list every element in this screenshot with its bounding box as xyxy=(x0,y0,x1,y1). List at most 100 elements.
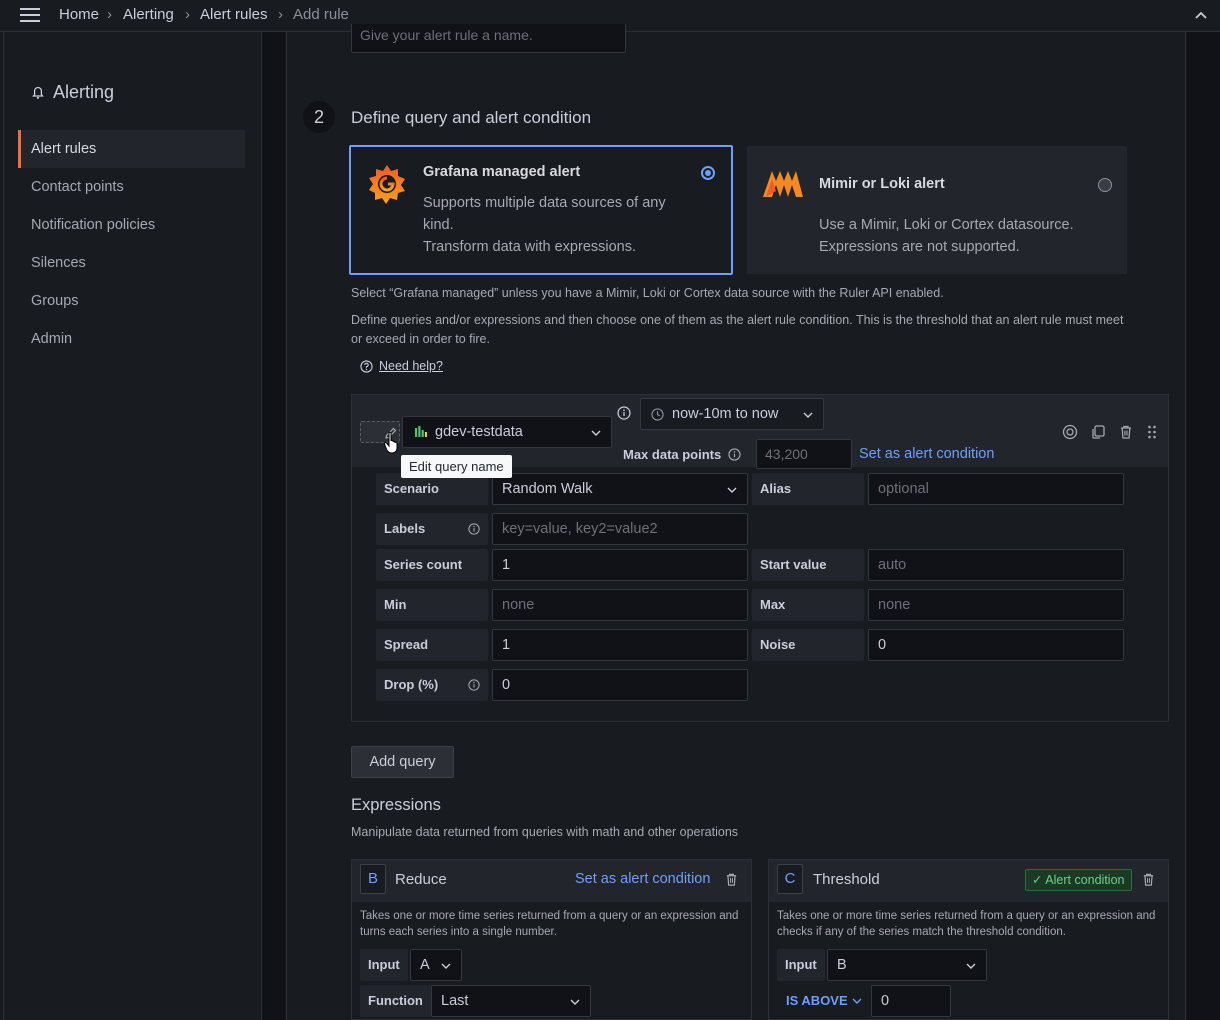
reduce-desc-line: Takes one or more time series returned f… xyxy=(360,910,739,922)
scenario-select[interactable]: Random Walk xyxy=(492,473,748,505)
grafana-card-description: Supports multiple data sources of any ki… xyxy=(423,192,713,258)
drop-input[interactable]: 0 xyxy=(492,669,748,701)
reduce-set-alert-condition[interactable]: Set as alert condition xyxy=(575,871,710,887)
breadcrumb-separator: › xyxy=(185,6,190,23)
help-text-line: or exceed in order to fire. xyxy=(351,332,490,346)
eye-icon[interactable] xyxy=(1062,424,1078,440)
rule-name-input[interactable]: Give your alert rule a name. xyxy=(351,24,626,53)
set-as-alert-condition-link[interactable]: Set as alert condition xyxy=(859,446,994,462)
alias-label: Alias xyxy=(752,473,864,505)
spread-label: Spread xyxy=(376,629,488,661)
copy-icon[interactable] xyxy=(1090,424,1106,440)
add-query-button[interactable]: Add query xyxy=(351,746,454,778)
threshold-description: Takes one or more time series returned f… xyxy=(777,908,1157,940)
rule-name-placeholder: Give your alert rule a name. xyxy=(360,27,533,43)
info-icon xyxy=(468,523,480,535)
help-text-select: Select “Grafana managed” unless you have… xyxy=(351,286,944,300)
threshold-input-value: B xyxy=(837,957,847,973)
reduce-description: Takes one or more time series returned f… xyxy=(360,908,740,940)
threshold-input-select[interactable]: B xyxy=(827,949,987,981)
sidebar-item-groups[interactable]: Groups xyxy=(18,282,245,320)
sidebar-item-alert-rules[interactable]: Alert rules xyxy=(18,130,245,168)
reduce-input-value: A xyxy=(420,957,430,973)
mimir-card-description: Use a Mimir, Loki or Cortex datasource. … xyxy=(819,214,1109,258)
reduce-function-select[interactable]: Last xyxy=(431,985,591,1017)
menu-icon[interactable] xyxy=(18,6,42,24)
alert-condition-badge-text: Alert condition xyxy=(1045,873,1125,887)
reduce-input-label: Input xyxy=(360,949,408,981)
series-count-input[interactable]: 1 xyxy=(492,549,748,581)
step-title: Define query and alert condition xyxy=(351,108,592,127)
max-input[interactable]: none xyxy=(868,589,1124,621)
chevron-down-icon xyxy=(803,412,813,418)
sidebar-item-notification-policies[interactable]: Notification policies xyxy=(18,206,245,244)
scenario-value: Random Walk xyxy=(502,481,593,497)
mimir-card-desc-line: Expressions are not supported. xyxy=(819,239,1020,255)
help-text-define: Define queries and/or expressions and th… xyxy=(351,311,1171,349)
chevron-up-icon[interactable] xyxy=(1193,8,1209,22)
clock-icon xyxy=(651,408,664,421)
alias-input[interactable]: optional xyxy=(868,473,1124,505)
breadcrumb-separator: › xyxy=(107,6,112,23)
grafana-radio[interactable] xyxy=(701,166,715,180)
question-circle-icon xyxy=(360,359,373,373)
breadcrumb-alerting[interactable]: Alerting xyxy=(123,6,174,23)
mimir-radio[interactable] xyxy=(1098,178,1112,192)
max-label: Max xyxy=(752,589,864,621)
chevron-down-icon xyxy=(852,998,862,1004)
threshold-value-input[interactable]: 0 xyxy=(871,985,951,1017)
tooltip: Edit query name xyxy=(401,455,512,478)
trash-icon[interactable] xyxy=(724,872,739,887)
noise-label: Noise xyxy=(752,629,864,661)
grafana-card-desc-line: kind. xyxy=(423,217,454,233)
series-count-label: Series count xyxy=(376,549,488,581)
labels-label-text: Labels xyxy=(384,521,426,536)
drop-label: Drop (%) xyxy=(376,669,488,701)
drop-label-text: Drop (%) xyxy=(384,677,439,692)
chevron-down-icon xyxy=(570,999,580,1005)
min-input[interactable]: none xyxy=(492,589,748,621)
info-icon xyxy=(728,448,741,461)
sidebar-item-silences[interactable]: Silences xyxy=(18,244,245,282)
threshold-desc-line: Takes one or more time series returned f… xyxy=(777,910,1156,922)
testdata-icon xyxy=(415,426,428,437)
grafana-logo-icon xyxy=(366,162,408,206)
time-range-label: now-10m to now xyxy=(672,406,779,422)
reduce-function-label: Function xyxy=(360,985,431,1017)
chevron-down-icon xyxy=(591,430,601,436)
breadcrumb-home[interactable]: Home xyxy=(59,6,99,23)
sidebar-item-admin[interactable]: Admin xyxy=(18,320,245,358)
trash-icon[interactable] xyxy=(1118,424,1134,440)
mimir-logo-icon xyxy=(762,167,804,199)
mimir-card-title: Mimir or Loki alert xyxy=(819,176,945,192)
reduce-function-value: Last xyxy=(441,993,469,1009)
sidebar-title-text: Alerting xyxy=(53,82,115,102)
datasource-name: gdev-testdata xyxy=(435,424,523,440)
info-icon[interactable] xyxy=(617,406,631,420)
threshold-operator-select[interactable]: IS ABOVE xyxy=(786,993,862,1008)
threshold-ref-id[interactable]: C xyxy=(777,864,803,894)
labels-input[interactable]: key=value, key2=value2 xyxy=(492,513,748,545)
breadcrumb-alert-rules[interactable]: Alert rules xyxy=(200,6,268,23)
sidebar-item-contact-points[interactable]: Contact points xyxy=(18,168,245,206)
threshold-expression-name: Threshold xyxy=(813,871,880,888)
spread-input[interactable]: 1 xyxy=(492,629,748,661)
step-number: 2 xyxy=(303,101,335,133)
need-help-link[interactable]: Need help? xyxy=(360,359,443,373)
threshold-desc-line: checks if any of the series match the th… xyxy=(777,926,1066,938)
start-value-input[interactable]: auto xyxy=(868,549,1124,581)
drag-handle-icon[interactable] xyxy=(1144,424,1160,440)
max-data-points-input[interactable]: 43,200 xyxy=(756,439,852,469)
check-icon: ✓ xyxy=(1032,873,1043,887)
trash-icon[interactable] xyxy=(1141,872,1156,887)
reduce-desc-line: turns each series into a single number. xyxy=(360,926,557,938)
sidebar-title: Alerting xyxy=(31,82,114,103)
help-text-line: Define queries and/or expressions and th… xyxy=(351,313,1124,327)
grafana-card-desc-line: Transform data with expressions. xyxy=(423,239,637,255)
reduce-ref-id[interactable]: B xyxy=(360,864,386,894)
noise-input[interactable]: 0 xyxy=(868,629,1124,661)
breadcrumb-separator: › xyxy=(278,6,283,23)
start-value-label: Start value xyxy=(752,549,864,581)
expressions-title: Expressions xyxy=(351,796,441,814)
reduce-input-select[interactable]: A xyxy=(410,949,462,981)
